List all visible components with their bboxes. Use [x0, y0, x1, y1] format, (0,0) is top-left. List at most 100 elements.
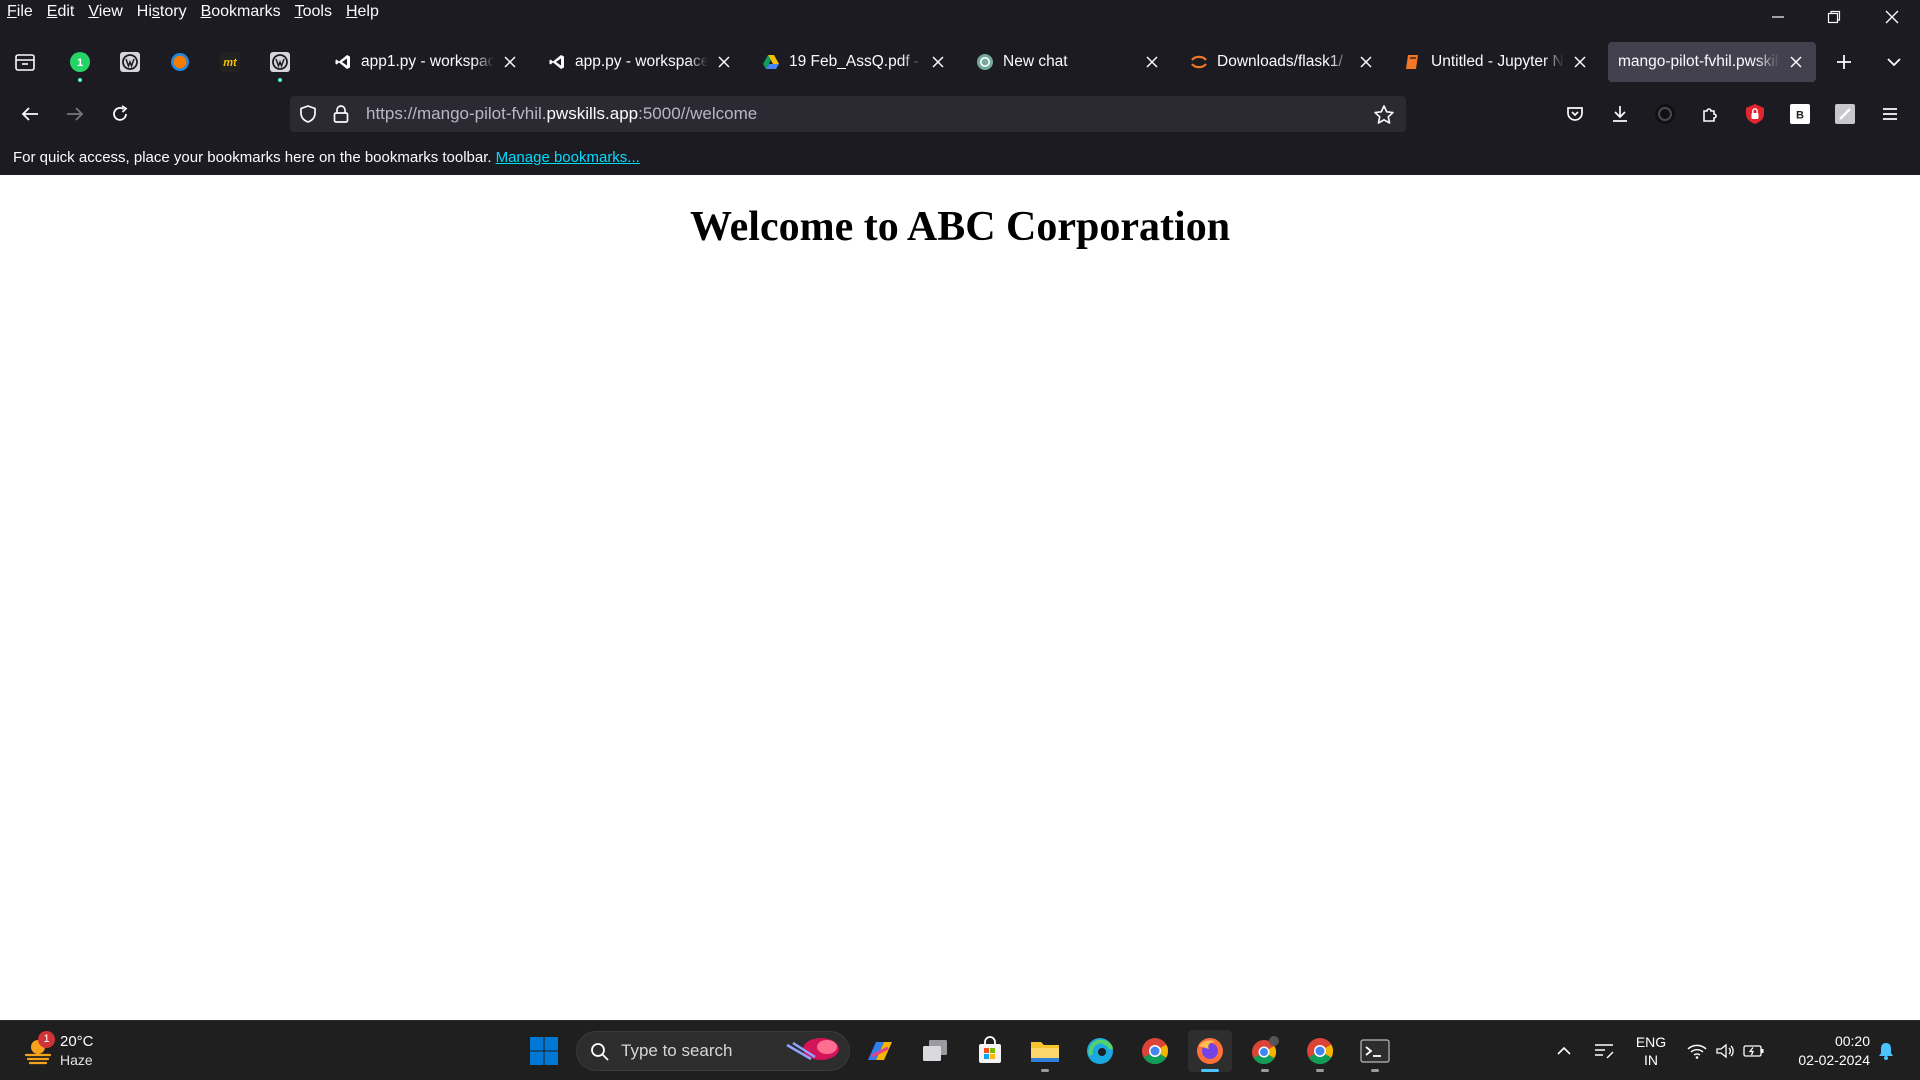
pen-menu-icon	[1595, 1044, 1614, 1059]
clock[interactable]: 00:20 02-02-2024	[1784, 1033, 1870, 1069]
menu-edit[interactable]: Edit	[40, 0, 82, 24]
battery-charging-icon	[1743, 1045, 1764, 1057]
extension-lock-button[interactable]	[1739, 98, 1771, 130]
page-title: Welcome to ABC Corporation	[689, 204, 1231, 250]
tab-untitled-jupyter[interactable]: Untitled - Jupyter Notebook	[1394, 42, 1600, 82]
tray-input-indicator[interactable]	[1590, 1033, 1618, 1069]
wordpress-icon	[270, 52, 290, 72]
wifi-icon	[1687, 1044, 1707, 1059]
menu-view[interactable]: View	[81, 0, 129, 24]
tab-app-py[interactable]: app.py - workspace - Visual Studio Code	[538, 42, 744, 82]
pocket-button[interactable]	[1559, 98, 1591, 130]
hamburger-menu-icon	[1883, 108, 1897, 120]
task-view-icon	[923, 1040, 947, 1061]
forward-button[interactable]	[59, 98, 91, 130]
show-hidden-icons-button[interactable]	[1552, 1033, 1576, 1069]
taskbar-search-box[interactable]: Type to search	[576, 1031, 850, 1071]
list-all-tabs-button[interactable]	[1872, 40, 1916, 84]
bell-icon	[1879, 1043, 1893, 1060]
menu-history[interactable]: History	[130, 0, 194, 24]
start-button[interactable]	[522, 1030, 566, 1072]
extension-grey-button[interactable]	[1829, 98, 1861, 130]
bookmark-star-icon[interactable]	[1373, 104, 1395, 126]
close-tab-icon[interactable]	[500, 52, 520, 72]
folder-icon	[1031, 1042, 1059, 1062]
menu-file[interactable]: File	[0, 0, 40, 24]
tab-google-drive[interactable]: 19 Feb_AssQ.pdf - Google Drive	[752, 42, 958, 82]
close-tab-icon[interactable]	[1356, 52, 1376, 72]
windows-logo-icon	[530, 1037, 558, 1065]
close-tab-icon[interactable]	[1570, 52, 1590, 72]
close-window-button[interactable]	[1864, 0, 1920, 34]
pinned-tab-whatsapp[interactable]: 1	[58, 40, 102, 84]
weather-temperature: 20°C	[60, 1033, 94, 1050]
close-tab-icon[interactable]	[714, 52, 734, 72]
arrow-right-icon	[67, 107, 84, 121]
chrome-icon	[1252, 1036, 1279, 1065]
plus-icon	[1837, 55, 1851, 69]
weather-widget[interactable]: 1 20°C Haze	[22, 1029, 94, 1073]
minimize-button[interactable]	[1750, 0, 1806, 34]
back-button[interactable]	[14, 98, 46, 130]
pinned-tab-wordpress-2[interactable]	[258, 40, 302, 84]
address-bar[interactable]: https://mango-pilot-fvhil.pwskills.app:5…	[290, 96, 1406, 132]
extensions-button[interactable]	[1694, 98, 1726, 130]
close-tab-icon[interactable]	[1786, 52, 1806, 72]
chevron-up-icon	[1557, 1046, 1571, 1055]
tray-volume[interactable]	[1712, 1033, 1738, 1069]
store-icon	[979, 1036, 1001, 1063]
language-indicator[interactable]: ENG IN	[1634, 1033, 1668, 1069]
firefox-view-button[interactable]	[3, 40, 47, 84]
taskbar-firefox[interactable]	[1188, 1030, 1232, 1072]
pinned-tab-wordpress[interactable]	[108, 40, 152, 84]
taskbar-chrome-profile-2[interactable]	[1298, 1030, 1342, 1072]
taskbar-file-explorer[interactable]	[1023, 1030, 1067, 1072]
taskbar-microsoft-store[interactable]	[968, 1030, 1012, 1072]
taskbar-chrome[interactable]	[1133, 1030, 1177, 1072]
tray-wifi[interactable]	[1684, 1033, 1710, 1069]
taskbar-task-view[interactable]	[913, 1030, 957, 1072]
restore-button[interactable]	[1806, 0, 1862, 34]
tab-strip: 1 mt app1.py - workspace - Visual Studio…	[0, 40, 1920, 88]
bookmarks-toolbar: For quick access, place your bookmarks h…	[0, 146, 1920, 170]
arrow-left-icon	[21, 107, 38, 121]
svg-text:B: B	[1796, 110, 1804, 122]
jupyter-notebook-icon	[1404, 53, 1422, 71]
mt-icon: mt	[220, 52, 240, 72]
whatsapp-icon: 1	[70, 52, 90, 72]
menu-help[interactable]: Help	[339, 0, 386, 24]
tray-battery[interactable]	[1740, 1033, 1768, 1069]
menu-tools[interactable]: Tools	[288, 0, 339, 24]
taskbar-copilot[interactable]	[858, 1030, 902, 1072]
tab-new-chat[interactable]: New chat	[966, 42, 1172, 82]
puzzle-piece-icon	[1703, 108, 1717, 122]
taskbar-chrome-profile-1[interactable]	[1243, 1030, 1287, 1072]
downloads-button[interactable]	[1604, 98, 1636, 130]
chevron-down-icon	[1887, 58, 1901, 67]
chatgpt-icon	[976, 53, 994, 71]
reload-button[interactable]	[104, 98, 136, 130]
taskbar-terminal[interactable]	[1353, 1030, 1397, 1072]
new-tab-button[interactable]	[1822, 40, 1866, 84]
notifications-button[interactable]	[1872, 1033, 1900, 1069]
url-text[interactable]: https://mango-pilot-fvhil.pwskills.app:5…	[366, 96, 757, 132]
account-button[interactable]	[1649, 98, 1681, 130]
manage-bookmarks-link[interactable]: Manage bookmarks...	[496, 149, 640, 166]
svg-text:1: 1	[77, 57, 83, 69]
tracking-protection-shield-icon[interactable]	[298, 104, 318, 124]
close-tab-icon[interactable]	[1142, 52, 1162, 72]
speaker-icon	[1716, 1043, 1734, 1059]
pinned-tab-mt[interactable]: mt	[208, 40, 252, 84]
tab-downloads-flask1[interactable]: Downloads/flask1/	[1180, 42, 1386, 82]
tab-mango-pilot[interactable]: mango-pilot-fvhil.pwskills.app	[1608, 42, 1816, 82]
tab-app1-py[interactable]: app1.py - workspace - Visual Studio Code	[324, 42, 530, 82]
menu-bookmarks[interactable]: Bookmarks	[194, 0, 288, 24]
google-drive-icon	[762, 53, 780, 71]
lock-icon[interactable]	[332, 104, 350, 124]
close-tab-icon[interactable]	[928, 52, 948, 72]
taskbar-edge[interactable]	[1078, 1030, 1122, 1072]
extension-b-button[interactable]: B	[1784, 98, 1816, 130]
reload-icon	[113, 105, 128, 121]
app-menu-button[interactable]	[1874, 98, 1906, 130]
pinned-tab-orange[interactable]	[158, 40, 202, 84]
